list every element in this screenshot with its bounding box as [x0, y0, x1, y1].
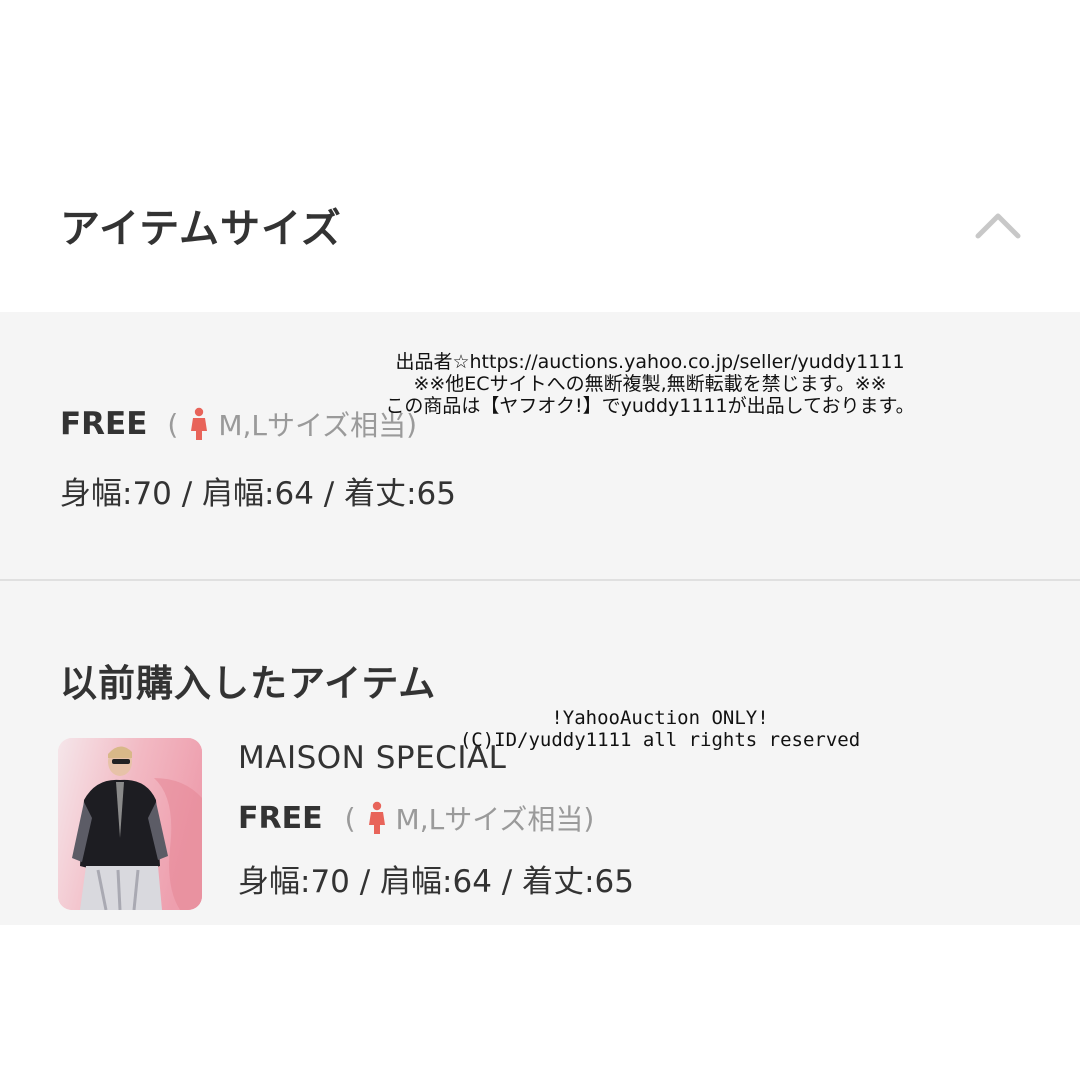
previous-item-size-row: FREE ( M,Lサイズ相当 ) — [238, 798, 594, 838]
section-title-previous-items: 以前購入したアイテム — [60, 662, 437, 705]
previous-item-measurements: 身幅:70 / 肩幅:64 / 着丈:65 — [238, 864, 634, 900]
previous-item-size-note-group: ( M,Lサイズ相当 ) — [345, 798, 595, 838]
chevron-up-icon[interactable] — [972, 204, 1024, 244]
seller-watermark: 出品者☆https://auctions.yahoo.co.jp/seller/… — [340, 351, 960, 418]
bottom-blank-area — [0, 925, 1080, 1080]
product-thumbnail[interactable] — [58, 738, 202, 910]
previous-item-size-note-text: M,Lサイズ相当 — [395, 803, 584, 836]
paren-close: ) — [583, 801, 595, 835]
watermark-line-2: (C)ID/yuddy1111 all rights reserved — [459, 728, 861, 751]
watermark-line-3: この商品は【ヤフオク!】でyuddy1111が出品しております。 — [385, 394, 915, 417]
copyright-watermark: !YahooAuction ONLY! (C)ID/yuddy1111 all … — [440, 707, 880, 752]
item-size-header[interactable]: アイテムサイズ — [0, 0, 1080, 312]
size-measurements: 身幅:70 / 肩幅:64 / 着丈:65 — [60, 476, 456, 512]
paren-open: ( — [167, 407, 179, 441]
previous-item-size-label: FREE — [238, 800, 323, 836]
watermark-line-1: !YahooAuction ONLY! — [551, 707, 769, 729]
watermark-line-2: ※※他ECサイトへの無断複製,無断転載を禁じます。※※ — [413, 372, 887, 395]
page: アイテムサイズ FREE ( M,Lサイズ相当 ) 身幅:70 / 肩幅:64 … — [0, 0, 1080, 1080]
person-icon — [368, 801, 385, 834]
person-icon — [191, 407, 208, 440]
paren-open: ( — [344, 801, 356, 835]
watermark-line-1: 出品者☆https://auctions.yahoo.co.jp/seller/… — [395, 351, 905, 373]
size-label: FREE — [60, 406, 148, 442]
product-photo-image — [58, 738, 202, 910]
section-title-item-size: アイテムサイズ — [60, 206, 342, 252]
